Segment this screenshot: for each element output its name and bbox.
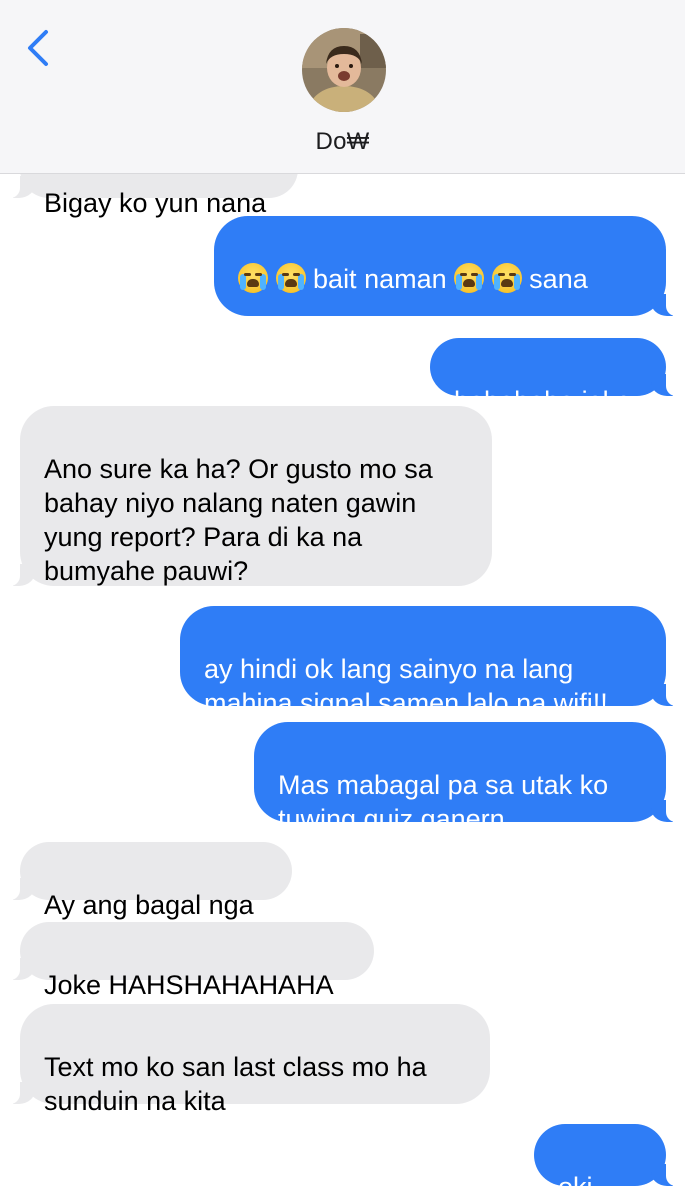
- message-bubble-outgoing[interactable]: hahahaha joke: [430, 338, 678, 416]
- message-text: Ay ang bagal nga: [44, 890, 254, 920]
- contact-avatar[interactable]: [302, 28, 386, 112]
- message-text: Joke HAHSHAHAHAHA: [44, 970, 334, 1000]
- message-bubble-incoming[interactable]: Text mo ko san last class mo ha sunduin …: [8, 1004, 490, 1116]
- message-text: Mas mabagal pa sa utak ko tuwing quiz ga…: [278, 770, 609, 834]
- message-bubble-outgoing[interactable]: oki: [534, 1124, 678, 1200]
- message-line-1: bait naman sana: [238, 262, 644, 296]
- avatar-photo: [302, 28, 386, 112]
- message-bubble-outgoing[interactable]: Mas mabagal pa sa utak ko tuwing quiz ga…: [254, 722, 678, 834]
- message-text-part: bait naman: [313, 264, 447, 294]
- contact-name[interactable]: Do₩: [0, 128, 685, 156]
- message-bubble-outgoing[interactable]: ay hindi ok lang sainyo na lang mahina s…: [180, 606, 678, 718]
- message-text: Bigay ko yun nana: [44, 188, 267, 218]
- message-text: ay hindi ok lang sainyo na lang mahina s…: [204, 654, 608, 718]
- message-bubble-outgoing[interactable]: bait naman sana sagot sa quiz bigay mo d…: [214, 216, 678, 362]
- message-bubble-incoming[interactable]: Ano sure ka ha? Or gusto mo sa bahay niy…: [8, 406, 492, 586]
- back-button[interactable]: [22, 28, 58, 68]
- loudly-crying-face-icon: [454, 263, 485, 293]
- chevron-left-icon: [28, 30, 48, 66]
- loudly-crying-face-icon: [238, 263, 268, 293]
- loudly-crying-face-icon: [275, 263, 306, 293]
- message-text: hahahaha joke: [454, 386, 632, 416]
- message-text: oki: [558, 1172, 593, 1200]
- message-text-part: sana: [529, 264, 588, 294]
- message-text: Ano sure ka ha? Or gusto mo sa bahay niy…: [44, 454, 433, 586]
- loudly-crying-face-icon: [491, 263, 522, 293]
- message-bubble-incoming[interactable]: Ay ang bagal nga: [8, 842, 292, 920]
- conversation-header: Do₩: [0, 0, 685, 174]
- message-bubble-incoming[interactable]: Joke HAHSHAHAHAHA: [8, 922, 374, 1000]
- message-thread[interactable]: Bigay ko yun nana bait naman sana sagot …: [0, 0, 685, 1200]
- message-text: Text mo ko san last class mo ha sunduin …: [44, 1052, 427, 1116]
